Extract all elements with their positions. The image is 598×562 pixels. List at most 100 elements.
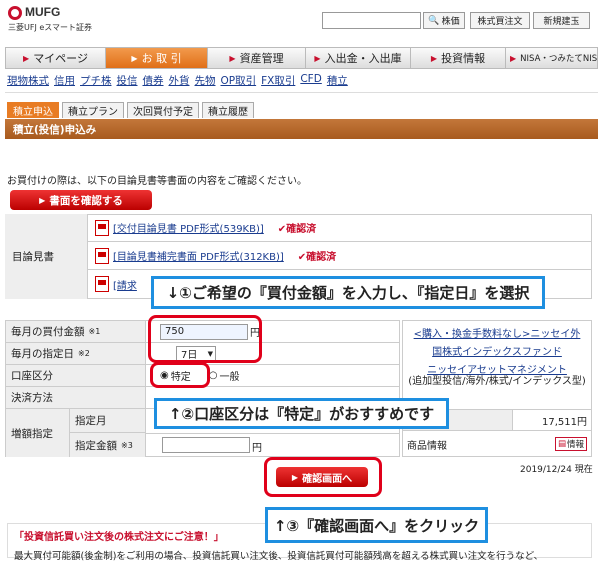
pdf-icon	[95, 247, 109, 264]
arrow-right-icon: ▶	[23, 53, 30, 63]
intro-text: お買付けの際は、以下の目論見書等書面の内容をご確認ください。	[7, 176, 307, 187]
doc-link-request[interactable]: [請求	[113, 277, 137, 292]
warning-body: 最大買付可能額(後金制)をご利用の場合、投資信託買い注文後、投資信託買付可能額残…	[14, 551, 544, 562]
callout-step2: ↑②口座区分は『特定』がおすすめです	[154, 398, 449, 429]
callout-step3: ↑③『確認画面へ』をクリック	[265, 507, 488, 543]
sub-nav: 現物株式 信用 プチ株 投信 債券 外貨 先物 OP取引 FX取引 CFD 積立	[7, 73, 353, 88]
divider	[5, 92, 598, 93]
nav-label: お 取 引	[141, 52, 182, 65]
note-mark: ※3	[121, 440, 133, 450]
tab-apply[interactable]: 積立申込	[7, 102, 59, 118]
search-button-label: 株価	[441, 17, 460, 27]
nav-nisa[interactable]: ▶ NISA・つみたてNISA	[506, 48, 597, 68]
nav-mypage[interactable]: ▶ マイページ	[6, 48, 106, 68]
increase-sublabels: 指定月 指定金額 ※3	[70, 409, 146, 457]
subnav-futures[interactable]: 先物	[195, 73, 216, 88]
status-label: 確認済	[286, 224, 317, 235]
main-nav: ▶ マイページ ▶ お 取 引 ▶ 資産管理 ▶ 入出金・入出庫 ▶ 投資情報 ▶ NISA…	[5, 47, 598, 69]
nav-info[interactable]: ▶ 投資情報	[411, 48, 506, 68]
search-icon: 🔍	[428, 15, 440, 26]
nav-label: 投資情報	[441, 52, 486, 65]
stock-search-input[interactable]	[322, 12, 421, 29]
arrow-right-icon: ▶	[229, 53, 236, 63]
note-mark: ※2	[78, 349, 90, 358]
fund-price: 17,511円	[542, 416, 587, 428]
mufg-logo-icon	[8, 6, 22, 20]
new-position-button[interactable]: 新規建玉	[533, 12, 590, 29]
doc-row: [交付目論見書 PDF形式(539KB)] ✔確認済	[88, 214, 592, 242]
arrow-right-icon: ▶	[430, 53, 438, 63]
confirm-docs-button[interactable]: ▶ 書面を確認する	[10, 190, 152, 210]
month-label: 指定月	[70, 409, 146, 433]
nav-label: 資産管理	[239, 52, 284, 65]
increase-amount-label: 指定金額 ※3	[70, 433, 146, 457]
account-radio-ippan[interactable]: ○ 一般	[209, 368, 240, 383]
tab-next-schedule[interactable]: 次回買付予定	[127, 102, 199, 118]
fund-info-button[interactable]: ▤ 情報	[554, 437, 587, 451]
fund-panel: <購入・換金手数料なし>ニッセイ外 国株式インデックスファンド ニッセイアセット…	[402, 320, 592, 457]
radio-label: 一般	[219, 372, 240, 383]
tab-plan[interactable]: 積立プラン	[62, 102, 124, 118]
status-label: 確認済	[306, 252, 337, 263]
nav-assets[interactable]: ▶ 資産管理	[208, 48, 306, 68]
amount-label-text: 毎月の買付金額	[11, 326, 85, 338]
nav-deposit[interactable]: ▶ 入出金・入出庫	[306, 48, 411, 68]
pdf-icon	[95, 276, 109, 292]
day-label: 毎月の指定日 ※2	[6, 343, 146, 364]
subnav-cfd[interactable]: CFD	[300, 73, 321, 88]
tab-bar: 積立申込 積立プラン 次回買付予定 積立履歴	[7, 102, 254, 118]
arrow-right-icon: ▶	[131, 53, 138, 63]
subnav-bond[interactable]: 債券	[143, 73, 164, 88]
subnav-margin[interactable]: 信用	[54, 73, 75, 88]
as-of-date: 2019/12/24 現在	[520, 465, 593, 475]
inc-amount-text: 指定金額	[75, 439, 117, 452]
subnav-options[interactable]: OP取引	[221, 73, 257, 88]
increase-label: 増額指定	[6, 409, 70, 457]
nav-label: 入出金・入出庫	[324, 52, 402, 65]
subnav-stock[interactable]: 現物株式	[7, 73, 49, 88]
settlement-label: 決済方法	[6, 387, 146, 408]
brand-name: MUFG	[25, 5, 61, 19]
fund-name-line2: 国株式インデックスファンド	[432, 347, 562, 358]
increase-amount-input[interactable]	[162, 437, 250, 453]
fund-link[interactable]: <購入・換金手数料なし>ニッセイ外 国株式インデックスファンド ニッセイアセット…	[403, 325, 591, 376]
nav-label: マイページ	[33, 52, 88, 65]
brand-subtitle: 三菱UFJ eスマート証券	[8, 23, 93, 32]
subnav-accumulation[interactable]: 積立	[327, 73, 348, 88]
account-label: 口座区分	[6, 365, 146, 386]
prospectus-label: 目論見書	[5, 214, 88, 299]
doc-link-supplement[interactable]: [目論見書補完書面 PDF形式(312KB)]	[113, 248, 284, 263]
arrow-right-icon: ▶	[39, 195, 46, 205]
nav-trade[interactable]: ▶ お 取 引	[106, 48, 208, 68]
checked-status: ✔確認済	[297, 252, 337, 263]
arrow-right-icon: ▶	[314, 53, 321, 63]
callout-step1: ↓①ご希望の『買付金額』を入力し、『指定日』を選択	[151, 276, 545, 309]
confirm-docs-label: 書面を確認する	[49, 194, 123, 207]
radio-icon: ○	[208, 370, 218, 381]
amount-label: 毎月の買付金額 ※1	[6, 321, 146, 342]
fund-name-line1: <購入・換金手数料なし>ニッセイ外	[413, 329, 581, 340]
doc-link-delivery[interactable]: [交付目論見書 PDF形式(539KB)]	[113, 220, 264, 235]
info-label: 商品情報	[407, 440, 447, 452]
subnav-foreign[interactable]: 外貨	[169, 73, 190, 88]
checked-status: ✔確認済	[277, 224, 317, 235]
tab-history[interactable]: 積立履歴	[202, 102, 254, 118]
day-label-text: 毎月の指定日	[11, 348, 74, 360]
document-icon: ▤	[557, 439, 566, 449]
pdf-icon	[95, 219, 109, 236]
nav-label: NISA・つみたてNISA	[520, 54, 597, 64]
info-btn-label: 情報	[566, 440, 584, 450]
subnav-fund[interactable]: 投信	[117, 73, 138, 88]
fund-category: (追加型投信/海外/株式/インデックス型)	[408, 376, 586, 387]
stock-search-button[interactable]: 🔍 株価	[423, 12, 465, 29]
subnav-fx[interactable]: FX取引	[261, 73, 295, 88]
doc-row: [目論見書補完書面 PDF形式(312KB)] ✔確認済	[88, 242, 592, 270]
highlight-confirm	[264, 457, 382, 497]
stock-buy-order-button[interactable]: 株式買注文	[470, 12, 530, 29]
info-row: 商品情報 ▤ 情報	[403, 433, 591, 455]
arrow-right-icon: ▶	[510, 53, 517, 63]
highlight-account	[150, 362, 210, 388]
note-mark: ※1	[88, 327, 101, 336]
subnav-petit[interactable]: プチ株	[80, 73, 112, 88]
divider	[146, 433, 399, 434]
